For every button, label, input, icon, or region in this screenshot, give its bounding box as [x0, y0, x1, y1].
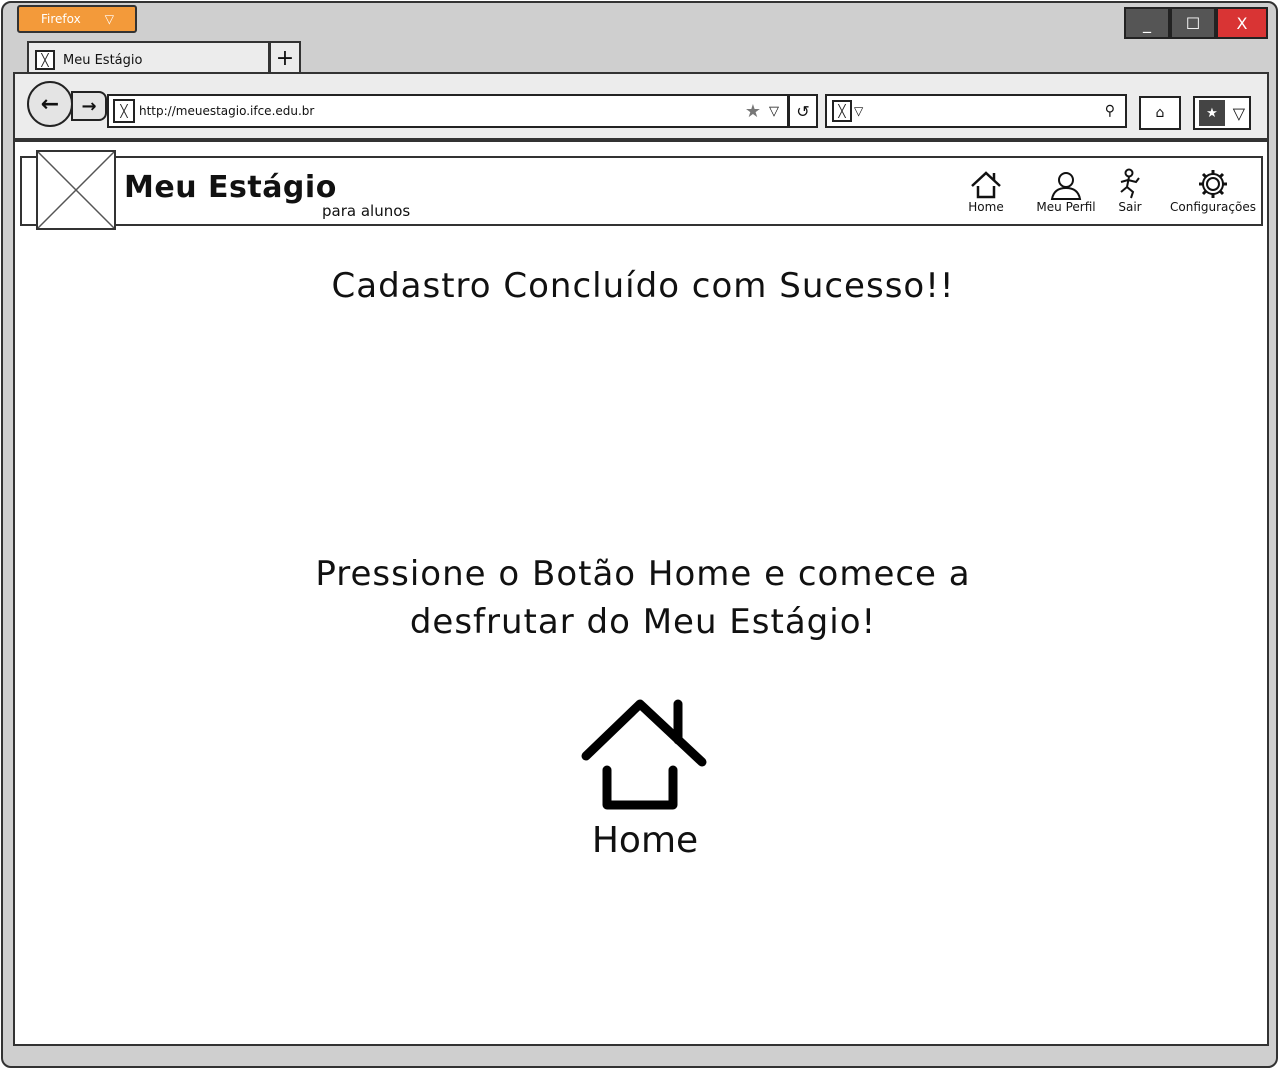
firefox-menu-button[interactable]: Firefox ▽: [17, 5, 137, 33]
image-placeholder-icon: [37, 151, 115, 229]
favicon-placeholder-icon: ╳: [35, 50, 55, 70]
bookmarks-button[interactable]: ★ ▽: [1193, 96, 1251, 130]
home-button[interactable]: Home: [575, 698, 715, 878]
nav-sair[interactable]: Sair: [1112, 166, 1148, 214]
bookmarks-dropdown-icon: ▽: [1232, 103, 1246, 123]
forward-button[interactable]: →: [71, 91, 107, 121]
home-icon: ⌂: [1155, 105, 1165, 121]
back-button[interactable]: ←: [27, 81, 73, 127]
minimize-button[interactable]: _: [1124, 7, 1170, 39]
url-text: http://meuestagio.ifce.edu.br: [139, 104, 315, 118]
search-bar[interactable]: ╳ ▽ ⚲: [825, 94, 1127, 128]
nav-home-label: Home: [968, 200, 1004, 214]
instruction-line-2: desfrutar do Meu Estágio!: [409, 602, 877, 642]
new-tab-button[interactable]: +: [269, 41, 301, 75]
browser-home-button[interactable]: ⌂: [1139, 96, 1181, 130]
tab-title: Meu Estágio: [63, 52, 143, 68]
site-title: Meu Estágio: [124, 170, 337, 205]
logo-image-placeholder: [36, 150, 116, 230]
home-button-label: Home: [591, 820, 699, 861]
nav-configuracoes-label: Configurações: [1170, 200, 1256, 214]
exit-icon: [1115, 166, 1145, 200]
nav-meu-perfil[interactable]: Meu Perfil: [1032, 166, 1100, 214]
url-dropdown-icon[interactable]: ▽: [769, 104, 779, 119]
nav-sair-label: Sair: [1118, 200, 1142, 214]
reload-button[interactable]: ↺: [788, 94, 818, 128]
bookmarks-icon: ★: [1198, 100, 1225, 126]
home-icon: [969, 166, 1003, 200]
search-engine-icon: ╳: [832, 100, 852, 122]
arrow-right-icon: →: [81, 95, 97, 117]
window-controls: _ ☐ X: [1124, 7, 1268, 39]
site-header: Meu Estágio para alunos Home Meu Perfil: [20, 150, 1263, 230]
search-icon[interactable]: ⚲: [1105, 103, 1115, 119]
browser-toolbar: ← → ╳ http://meuestagio.ifce.edu.br ★ ▽ …: [13, 72, 1269, 140]
page-title: Cadastro Concluído com Sucesso!!: [331, 266, 955, 306]
instruction-message: Pressione o Botão Home e comece a desfru…: [15, 550, 1271, 646]
nav-meu-perfil-label: Meu Perfil: [1036, 200, 1096, 214]
bookmark-star-icon[interactable]: ★: [745, 101, 761, 122]
nav-configuracoes[interactable]: Configurações: [1168, 166, 1258, 214]
instruction-line-1: Pressione o Botão Home e comece a: [315, 554, 971, 594]
maximize-button[interactable]: ☐: [1170, 7, 1216, 39]
gear-icon: [1197, 166, 1229, 200]
reload-icon: ↺: [796, 101, 810, 121]
address-bar[interactable]: ╳ http://meuestagio.ifce.edu.br ★ ▽: [107, 94, 789, 128]
search-engine-dropdown-icon[interactable]: ▽: [854, 104, 863, 118]
chevron-down-icon: ▽: [104, 12, 114, 26]
nav-home[interactable]: Home: [962, 166, 1010, 214]
arrow-left-icon: ←: [40, 91, 60, 117]
home-icon: [581, 699, 707, 810]
user-icon: [1049, 166, 1083, 200]
site-subtitle: para alunos: [322, 202, 411, 220]
page-content: Meu Estágio para alunos Home Meu Perfil: [13, 140, 1269, 1046]
close-button[interactable]: X: [1216, 7, 1268, 39]
firefox-menu-label: Firefox: [41, 12, 81, 26]
site-identity-icon: ╳: [113, 99, 135, 123]
